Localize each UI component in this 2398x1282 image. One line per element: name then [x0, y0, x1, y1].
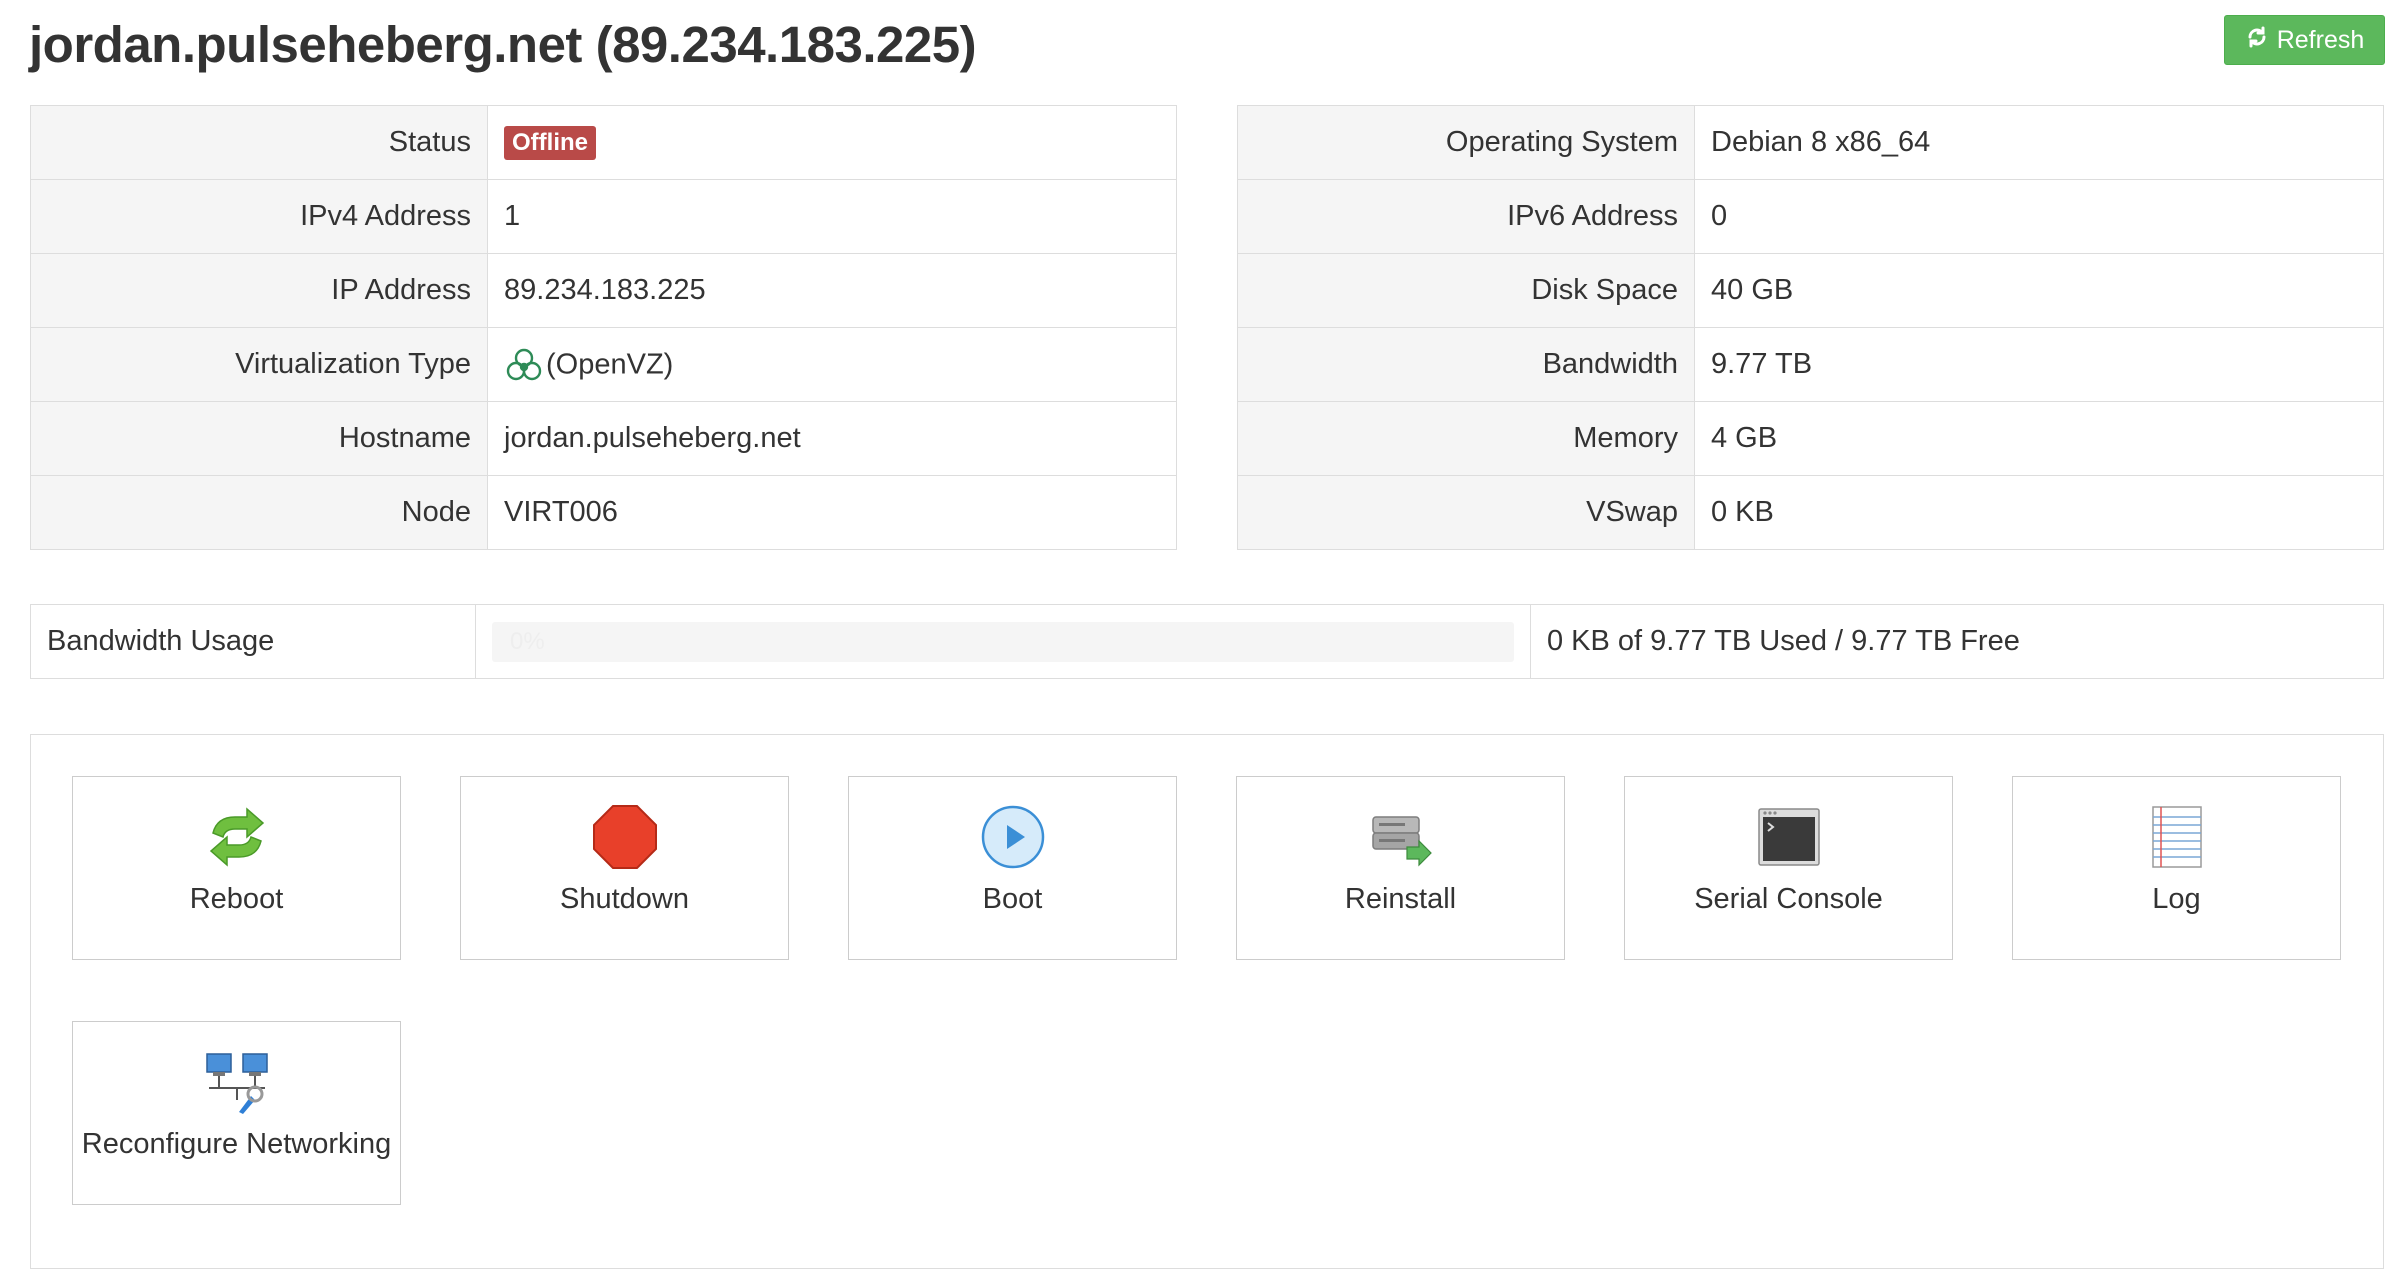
refresh-button[interactable]: Refresh: [2224, 15, 2385, 65]
serial-console-icon: [1755, 803, 1823, 871]
info-row-hostname: Hostname jordan.pulseheberg.net: [30, 401, 1177, 476]
info-label: Node: [30, 475, 488, 550]
action-label: Boot: [982, 883, 1043, 915]
bandwidth-progress: 0%: [492, 621, 1514, 662]
openvz-icon: [504, 345, 544, 385]
info-row-bandwidth: Bandwidth 9.77 TB: [1237, 327, 2384, 402]
boot-icon: [979, 803, 1047, 871]
shutdown-icon: [591, 803, 659, 871]
serial-console-button[interactable]: Serial Console: [1624, 776, 1953, 960]
info-row-ipv4: IPv4 Address 1: [30, 179, 1177, 254]
boot-button[interactable]: Boot: [848, 776, 1177, 960]
info-row-status: Status Offline: [30, 105, 1177, 180]
reboot-icon: [203, 803, 271, 871]
status-badge: Offline: [504, 126, 596, 160]
info-value: (OpenVZ): [546, 348, 674, 380]
refresh-label: Refresh: [2276, 25, 2365, 54]
info-label: Disk Space: [1237, 253, 1695, 328]
info-label: Bandwidth: [1237, 327, 1695, 402]
action-label: Log: [2152, 883, 2201, 915]
action-label: Reboot: [189, 883, 284, 915]
reconfigure-networking-button[interactable]: Reconfigure Networking: [72, 1021, 401, 1205]
info-row-disk: Disk Space 40 GB: [1237, 253, 2384, 328]
reinstall-icon: [1367, 803, 1435, 871]
network-icon: [203, 1048, 271, 1116]
info-row-os: Operating System Debian 8 x86_64: [1237, 105, 2384, 180]
info-row-node: Node VIRT006: [30, 475, 1177, 550]
info-row-ipv6: IPv6 Address 0: [1237, 179, 2384, 254]
info-row-ip: IP Address 89.234.183.225: [30, 253, 1177, 328]
info-label: IPv6 Address: [1237, 179, 1695, 254]
shutdown-button[interactable]: Shutdown: [460, 776, 789, 960]
refresh-icon: [2245, 25, 2269, 56]
info-label: Operating System: [1237, 105, 1695, 180]
info-row-virtualization: Virtualization Type (OpenVZ): [30, 327, 1177, 402]
server-info-table-right: Operating System Debian 8 x86_64 IPv6 Ad…: [1237, 105, 2384, 550]
info-value: 1: [487, 179, 1177, 254]
bandwidth-percent: 0%: [510, 627, 545, 655]
action-label: Reconfigure Networking: [81, 1128, 392, 1160]
info-value: 9.77 TB: [1694, 327, 2384, 402]
info-value: jordan.pulseheberg.net: [487, 401, 1177, 476]
info-value: 0 KB: [1694, 475, 2384, 550]
server-info-table-left: Status Offline IPv4 Address 1 IP Address…: [30, 105, 1177, 550]
info-label: Virtualization Type: [30, 327, 488, 402]
info-value: Debian 8 x86_64: [1694, 105, 2384, 180]
action-label: Serial Console: [1694, 883, 1883, 915]
info-value: VIRT006: [487, 475, 1177, 550]
bandwidth-usage-label: Bandwidth Usage: [30, 604, 476, 679]
info-label: IPv4 Address: [30, 179, 488, 254]
info-value: 0: [1694, 179, 2384, 254]
reinstall-button[interactable]: Reinstall: [1236, 776, 1565, 960]
action-label: Reinstall: [1344, 883, 1457, 915]
info-row-memory: Memory 4 GB: [1237, 401, 2384, 476]
log-icon: [2143, 803, 2211, 871]
info-row-vswap: VSwap 0 KB: [1237, 475, 2384, 550]
info-value: 89.234.183.225: [487, 253, 1177, 328]
info-label: VSwap: [1237, 475, 1695, 550]
bandwidth-summary: 0 KB of 9.77 TB Used / 9.77 TB Free: [1530, 604, 2384, 679]
info-label: Status: [30, 105, 488, 180]
info-label: IP Address: [30, 253, 488, 328]
page-title: jordan.pulseheberg.net (89.234.183.225): [29, 16, 977, 73]
info-label: Memory: [1237, 401, 1695, 476]
info-label: Hostname: [30, 401, 488, 476]
log-button[interactable]: Log: [2012, 776, 2341, 960]
info-value: 40 GB: [1694, 253, 2384, 328]
action-label: Shutdown: [560, 883, 689, 915]
actions-panel: Reboot Shutdown Boot Reinstall Serial Co…: [30, 734, 2384, 1269]
bandwidth-usage-table: Bandwidth Usage 0% 0 KB of 9.77 TB Used …: [30, 604, 2384, 679]
info-value: 4 GB: [1694, 401, 2384, 476]
reboot-button[interactable]: Reboot: [72, 776, 401, 960]
